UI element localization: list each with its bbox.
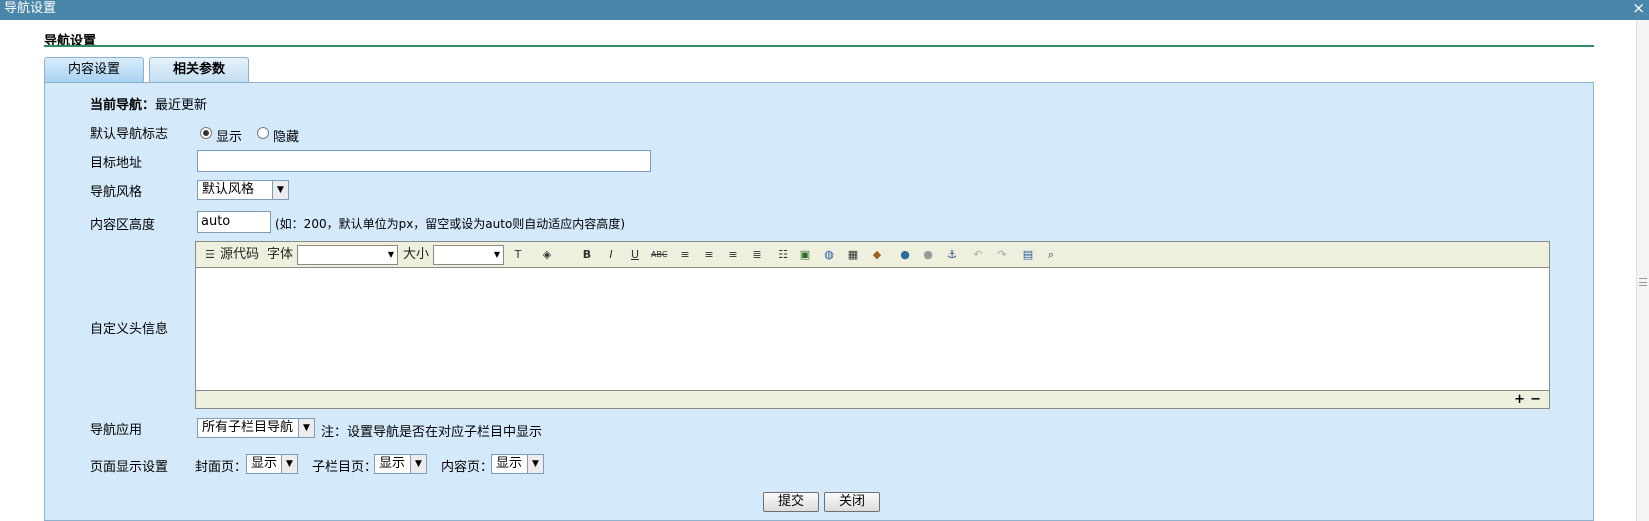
editor-content-area[interactable] bbox=[196, 269, 1549, 391]
italic-icon[interactable]: I bbox=[603, 247, 619, 263]
bold-icon[interactable]: B bbox=[579, 247, 595, 263]
nav-style-select[interactable]: 默认风格 ▼ bbox=[197, 180, 289, 200]
font-label: 字体 bbox=[267, 247, 294, 262]
anchor-icon[interactable]: ⚓ bbox=[944, 247, 960, 263]
cover-page-value: 显示 bbox=[251, 456, 278, 471]
chevron-down-icon[interactable]: ▼ bbox=[410, 455, 426, 473]
image-icon[interactable]: ▣ bbox=[797, 247, 813, 263]
editor-toolbar: ☰ 源代码 字体 ▼ 大小 ▼ T ◈ B I U ABC ≡ ≡ ≡ ≣ ☷ … bbox=[196, 242, 1549, 268]
radio-show[interactable] bbox=[200, 127, 212, 139]
undo-icon[interactable]: ↶ bbox=[970, 247, 986, 263]
default-flag-label: 默认导航标志 bbox=[90, 127, 169, 142]
submit-button[interactable]: 提交 bbox=[763, 492, 819, 512]
content-page-label: 内容页： bbox=[441, 460, 494, 475]
underline-icon[interactable]: U bbox=[627, 247, 643, 263]
nav-style-label: 导航风格 bbox=[90, 185, 143, 200]
close-button[interactable]: 关闭 bbox=[824, 492, 880, 512]
window-title: 导航设置 bbox=[4, 1, 57, 16]
content-height-label: 内容区高度 bbox=[90, 218, 156, 233]
nav-style-value: 默认风格 bbox=[202, 182, 255, 197]
chevron-down-icon[interactable]: ▼ bbox=[527, 455, 543, 473]
font-select[interactable]: ▼ bbox=[297, 245, 398, 265]
align-right-icon[interactable]: ≡ bbox=[725, 247, 741, 263]
content-page-value: 显示 bbox=[496, 456, 523, 471]
media-icon[interactable]: ◆ bbox=[869, 247, 885, 263]
radio-hide[interactable] bbox=[257, 127, 269, 139]
sub-page-select[interactable]: 显示 ▼ bbox=[374, 454, 427, 474]
page-display-label: 页面显示设置 bbox=[90, 460, 169, 475]
target-url-input[interactable] bbox=[197, 150, 651, 172]
cover-page-label: 封面页： bbox=[195, 460, 248, 475]
vertical-scrollbar[interactable] bbox=[1636, 20, 1649, 521]
size-select[interactable]: ▼ bbox=[433, 245, 504, 265]
redo-icon[interactable]: ↷ bbox=[994, 247, 1010, 263]
align-left-icon[interactable]: ≡ bbox=[677, 247, 693, 263]
table-icon[interactable]: ▦ bbox=[845, 247, 861, 263]
editor-resize-bar: + − bbox=[196, 390, 1549, 408]
content-page-select[interactable]: 显示 ▼ bbox=[491, 454, 544, 474]
nav-apply-value: 所有子栏目导航 bbox=[202, 420, 294, 435]
sub-page-label: 子栏目页： bbox=[312, 460, 378, 475]
background-color-icon[interactable]: ◈ bbox=[539, 247, 555, 263]
cover-page-select[interactable]: 显示 ▼ bbox=[246, 454, 298, 474]
flash-icon[interactable]: ◍ bbox=[821, 247, 837, 263]
source-code-button[interactable]: 源代码 bbox=[220, 246, 259, 264]
window-titlebar: 导航设置 × bbox=[0, 0, 1649, 20]
content-height-hint: (如：200，默认单位为px，留空或设为auto则自动适应内容高度) bbox=[275, 217, 625, 231]
tab-content-settings[interactable]: 内容设置 bbox=[44, 57, 144, 82]
chevron-down-icon[interactable]: ▼ bbox=[491, 246, 503, 264]
nav-apply-label: 导航应用 bbox=[90, 423, 143, 438]
align-center-icon[interactable]: ≡ bbox=[701, 247, 717, 263]
content-height-input[interactable]: auto bbox=[197, 211, 271, 233]
target-url-label: 目标地址 bbox=[90, 156, 143, 171]
preview-icon[interactable]: ⌕ bbox=[1043, 247, 1059, 263]
expand-editor-button[interactable]: + bbox=[1514, 391, 1525, 408]
radio-hide-label: 隐藏 bbox=[273, 130, 300, 145]
chevron-down-icon[interactable]: ▼ bbox=[281, 455, 297, 473]
fullscreen-icon[interactable]: ▤ bbox=[1020, 247, 1036, 263]
list-icon[interactable]: ☷ bbox=[775, 247, 791, 263]
link-icon[interactable]: ● bbox=[897, 247, 913, 263]
chevron-down-icon[interactable]: ▼ bbox=[385, 246, 397, 264]
custom-header-label: 自定义头信息 bbox=[90, 322, 169, 337]
nav-apply-note: 注：设置导航是否在对应子栏目中显示 bbox=[321, 425, 543, 440]
align-justify-icon[interactable]: ≣ bbox=[749, 247, 765, 263]
current-nav-value: 最近更新 bbox=[155, 98, 208, 113]
size-label: 大小 bbox=[403, 247, 430, 262]
strikethrough-icon[interactable]: ABC bbox=[651, 247, 667, 263]
source-code-icon[interactable]: ☰ bbox=[202, 247, 218, 263]
tab-related-params[interactable]: 相关参数 bbox=[149, 57, 249, 82]
section-divider bbox=[44, 45, 1594, 47]
sub-page-value: 显示 bbox=[379, 456, 406, 471]
radio-show-label: 显示 bbox=[216, 130, 243, 145]
chevron-down-icon[interactable]: ▼ bbox=[272, 181, 288, 199]
shrink-editor-button[interactable]: − bbox=[1530, 391, 1541, 408]
unlink-icon[interactable]: ● bbox=[920, 247, 936, 263]
nav-apply-select[interactable]: 所有子栏目导航 ▼ bbox=[197, 418, 315, 438]
chevron-down-icon[interactable]: ▼ bbox=[298, 419, 314, 437]
scrollbar-grip[interactable] bbox=[1639, 278, 1647, 286]
rich-text-editor: ☰ 源代码 字体 ▼ 大小 ▼ T ◈ B I U ABC ≡ ≡ ≡ ≣ ☷ … bbox=[195, 241, 1550, 409]
current-nav-label: 当前导航： bbox=[90, 98, 156, 113]
close-icon[interactable]: × bbox=[1632, 0, 1645, 17]
text-color-icon[interactable]: T bbox=[510, 247, 526, 263]
